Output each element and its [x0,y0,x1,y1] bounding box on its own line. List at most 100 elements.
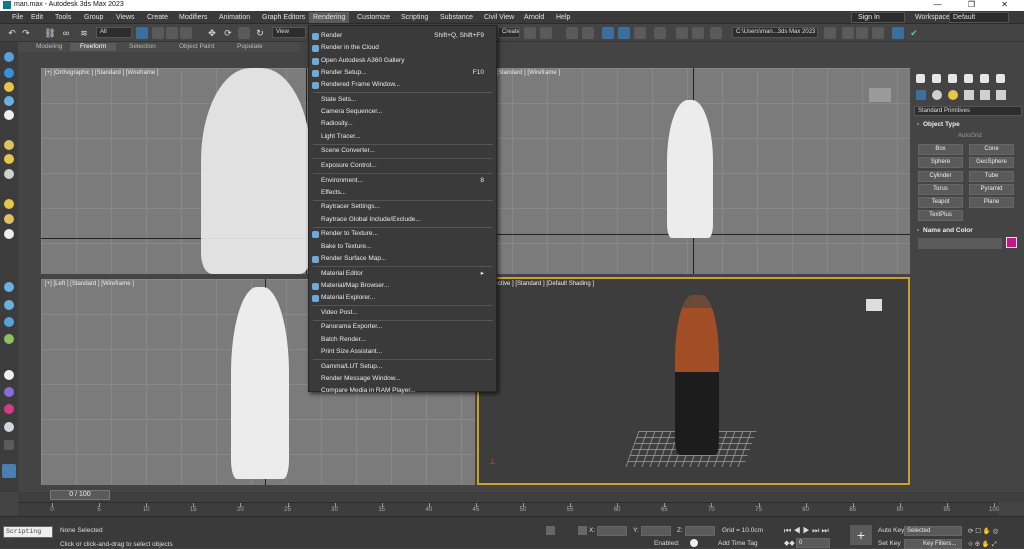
menu-animation[interactable]: Animation [219,14,250,21]
add-time-tag[interactable]: Add Time Tag [718,540,758,547]
menu-substance[interactable]: Substance [440,14,473,21]
rendering-menu-item[interactable]: Render Setup... F10 [309,67,496,79]
bind-space-warp-icon[interactable]: ≋ [78,27,90,39]
viewport-perspective[interactable]: ⊥ erspective ] [Standard ] [Default Shad… [477,277,910,485]
maxscript-listener[interactable]: Scripting Mi [3,526,53,545]
undo-icon[interactable]: ↶ [6,27,18,39]
rendering-menu-item[interactable]: Environment... 8 [309,175,496,187]
rendering-menu-item[interactable]: Scene Converter... [309,145,496,157]
absolute-mode-icon[interactable] [578,526,587,535]
rendering-menu-item[interactable]: Render Surface Map... [309,253,496,265]
viewport-label[interactable]: erspective ] [Standard ] [Default Shadin… [483,281,594,287]
teapot-icon[interactable] [4,229,14,239]
time-slider[interactable]: 0 / 100 [50,490,110,500]
rendering-menu-item[interactable]: Open Autodesk A360 Gallery [309,55,496,67]
viewport-label[interactable]: [+] [Left ] [Standard ] [Wireframe ] [45,281,134,287]
hair-icon[interactable] [4,282,14,292]
rendering-menu-item[interactable]: Exposure Control... [309,160,496,172]
utilities-tab-icon[interactable] [996,74,1005,83]
align-icon[interactable] [540,27,552,39]
helpers-subtab-icon[interactable] [980,90,990,100]
space-warps-subtab-icon[interactable] [996,90,1006,100]
render-production-icon[interactable] [710,27,722,39]
tab-freeform[interactable]: Freeform [70,43,117,51]
object-type-header[interactable]: Object Type [914,120,1022,130]
open-explorer-icon[interactable] [842,27,854,39]
scale-icon[interactable] [238,27,250,39]
camera-icon[interactable] [4,96,14,106]
tree-icon[interactable] [4,334,14,344]
project-folder-dropdown[interactable]: C:\Users\man...3ds Max 2023 [732,27,818,38]
character-wireframe[interactable] [231,287,289,479]
schematic-view-icon[interactable] [634,27,646,39]
hierarchy-tab-icon[interactable] [948,74,957,83]
material-icon[interactable] [4,404,14,414]
cylinder-button[interactable]: Cylinder [918,171,963,182]
create-tab-icon[interactable] [916,74,925,83]
rendering-menu-item[interactable]: Compare Media in RAM Player... [309,385,496,397]
sun-icon[interactable] [4,154,14,164]
display-tab-icon[interactable] [980,74,989,83]
render-setup-icon[interactable] [676,27,688,39]
tube-button[interactable]: Tube [969,171,1014,182]
rendering-menu-item[interactable]: Render in the Cloud [309,42,496,54]
modify-tab-icon[interactable] [932,74,941,83]
rendering-menu-item[interactable]: Effects... [309,187,496,199]
rendering-menu-item[interactable]: State Sets... [309,94,496,106]
unlink-icon[interactable]: ∞ [60,27,72,39]
set-key-button[interactable]: Set Key [878,540,901,547]
sculpt-icon[interactable] [4,169,14,179]
window-crossing-icon[interactable] [180,27,192,39]
rendering-menu-item[interactable]: Video Post... [309,307,496,319]
menu-scripting[interactable]: Scripting [401,14,428,21]
key-mode-icon[interactable]: ◆◆ [784,539,795,547]
teapot-button[interactable]: Teapot [918,197,963,208]
redo-icon[interactable]: ↷ [20,27,32,39]
material-editor-icon[interactable] [654,27,666,39]
rendering-menu-item[interactable]: Bake to Texture... [309,241,496,253]
character-shaded[interactable] [675,295,719,455]
move-icon[interactable]: ✥ [206,27,218,39]
menu-create[interactable]: Create [147,14,168,21]
isolate-selection-icon[interactable] [546,526,555,535]
character-wireframe[interactable] [667,100,713,238]
name-and-color-header[interactable]: Name and Color [914,226,1022,236]
toggle-layer-explorer-icon[interactable] [582,27,594,39]
rendering-menu-item[interactable]: Gamma/LUT Setup... [309,361,496,373]
bulb-icon[interactable] [4,199,14,209]
rectangular-selection-icon[interactable] [166,27,178,39]
window-controls[interactable]: — ❐ ✕ [934,0,1020,9]
sphere-icon[interactable] [4,140,14,150]
pyramid-button[interactable]: Pyramid [969,184,1014,195]
phone-icon[interactable] [4,422,14,432]
menu-civil-view[interactable]: Civil View [484,14,514,21]
viewport-label[interactable]: [+] [Orthographic ] [Standard ] [Wirefra… [45,70,159,76]
set-key-plus-icon[interactable]: + [850,525,872,545]
geometry-subtab-icon[interactable] [916,90,926,100]
named-selection-sets-dropdown[interactable]: Create Se [498,27,520,38]
key-selection-dropdown[interactable]: Selected [904,526,962,536]
enabled-toggle[interactable] [690,539,698,547]
select-by-name-icon[interactable] [152,27,164,39]
view-cube-icon[interactable] [866,299,882,311]
menu-arnold[interactable]: Arnold [524,14,544,21]
sphere-button[interactable]: Sphere [918,157,963,168]
toggle-ribbon-icon[interactable] [602,27,614,39]
tab-populate[interactable]: Populate [237,43,263,51]
plugin-icon[interactable] [4,387,14,397]
autogrid-checkbox[interactable]: AutoGrid [958,133,982,139]
globe-icon[interactable] [4,370,14,380]
shapes-subtab-icon[interactable] [932,90,942,100]
rendering-menu-item[interactable]: Print Size Assistant... [309,346,496,358]
geosphere-button[interactable]: GeoSphere [969,157,1014,168]
rendering-menu-item[interactable]: Render Message Window... [309,373,496,385]
track-bar[interactable]: 0 5 10 15 20 25 30 35 40 45 50 55 60 65 70 75 80 85 90 95 10… [18,502,999,516]
rendered-frame-window-icon[interactable] [692,27,704,39]
plane-button[interactable]: Plane [969,197,1014,208]
rendering-menu-item[interactable]: Material/Map Browser... [309,280,496,292]
expand-arrow-icon[interactable] [4,440,14,450]
rendering-menu-item[interactable]: Light Tracer... [309,131,496,143]
current-frame-field[interactable]: 0 [796,538,830,548]
playback-controls[interactable]: ⏮ ◀ ▶ ⏭ ⏭ [784,526,829,536]
rendering-menu-item[interactable]: Material Editor ▸ [309,268,496,280]
